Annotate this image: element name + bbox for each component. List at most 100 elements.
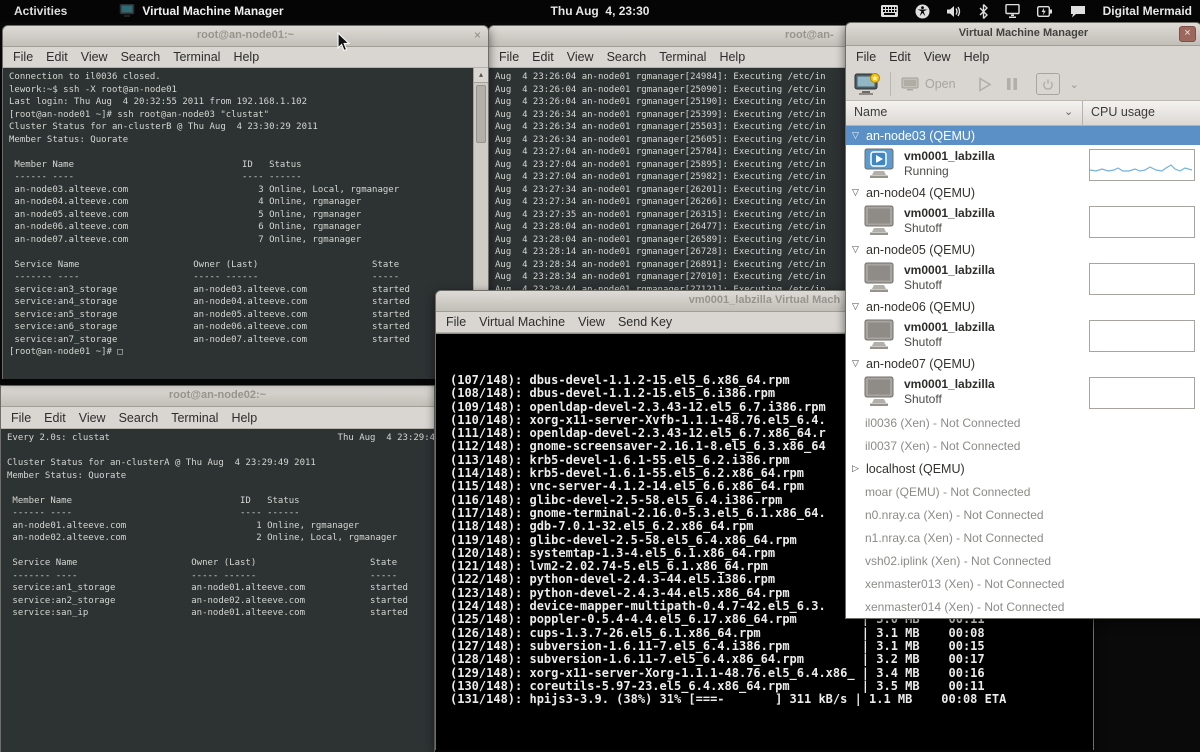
terminal3-titlebar[interactable]: root@an-node02:~ xyxy=(1,386,434,407)
expander-open-icon[interactable]: ▽ xyxy=(852,301,866,312)
open-button[interactable]: Open xyxy=(901,77,956,92)
terminal-window-an-node02[interactable]: root@an-node02:~ File Edit View Search T… xyxy=(0,385,435,752)
accessibility-icon[interactable] xyxy=(915,4,930,19)
host-row-an-node04[interactable]: ▽ an-node04 (QEMU) xyxy=(846,183,1200,202)
activities-button[interactable]: Activities xyxy=(14,4,67,18)
menu-file[interactable]: File xyxy=(446,315,466,329)
expander-open-icon[interactable]: ▽ xyxy=(852,130,866,141)
column-separator[interactable] xyxy=(1082,101,1083,125)
host-row-vsh02[interactable]: vsh02.iplink (Xen) - Not Connected xyxy=(846,549,1200,572)
menu-search[interactable]: Search xyxy=(607,50,647,64)
menu-edit[interactable]: Edit xyxy=(532,50,554,64)
menu-view[interactable]: View xyxy=(578,315,605,329)
expander-open-icon[interactable]: ▽ xyxy=(852,187,866,198)
cpu-usage-graph xyxy=(1089,206,1195,238)
host-label: an-node07 (QEMU) xyxy=(866,357,975,371)
vm-state: Shutoff xyxy=(904,221,942,235)
column-header-name[interactable]: Name xyxy=(854,105,887,119)
menu-help[interactable]: Help xyxy=(964,50,990,64)
menu-view[interactable]: View xyxy=(79,411,106,425)
new-vm-button[interactable] xyxy=(854,73,880,96)
menu-terminal[interactable]: Terminal xyxy=(171,411,218,425)
terminal1-title: root@an-node01:~ xyxy=(3,29,488,41)
display-icon[interactable] xyxy=(1005,4,1020,18)
vm-row-an-node05-vm0001[interactable]: vm0001_labzilla Shutoff xyxy=(846,259,1200,297)
menu-help[interactable]: Help xyxy=(233,50,259,64)
column-header-cpu-usage[interactable]: CPU usage xyxy=(1091,105,1155,119)
terminal-window-an-node01[interactable]: root@an-node01:~ × File Edit View Search… xyxy=(2,25,489,379)
scrollbar-thumb[interactable] xyxy=(476,85,486,143)
scroll-up-icon[interactable]: ▴ xyxy=(474,68,488,83)
expander-open-icon[interactable]: ▽ xyxy=(852,358,866,369)
host-row-an-node05[interactable]: ▽ an-node05 (QEMU) xyxy=(846,240,1200,259)
menu-edit[interactable]: Edit xyxy=(889,50,911,64)
host-row-xenmaster013[interactable]: xenmaster013 (Xen) - Not Connected xyxy=(846,572,1200,595)
sort-chevron-icon[interactable]: ⌄ xyxy=(1064,105,1073,118)
menu-search[interactable]: Search xyxy=(119,411,159,425)
keyboard-icon[interactable] xyxy=(881,5,898,17)
menu-virtual-machine[interactable]: Virtual Machine xyxy=(479,315,565,329)
vmm-titlebar[interactable]: Virtual Machine Manager × xyxy=(846,23,1200,46)
terminal1-screen[interactable]: Connection to il0036 closed. lework:~$ s… xyxy=(3,68,488,379)
host-row-il0037[interactable]: il0037 (Xen) - Not Connected xyxy=(846,434,1200,457)
terminal1-titlebar[interactable]: root@an-node01:~ × xyxy=(3,26,488,47)
shutdown-button[interactable] xyxy=(1036,73,1060,95)
menu-view[interactable]: View xyxy=(567,50,594,64)
menu-file[interactable]: File xyxy=(856,50,876,64)
battery-icon[interactable] xyxy=(1037,5,1053,18)
vm-list-header: Name ⌄ CPU usage xyxy=(846,101,1200,126)
menu-file[interactable]: File xyxy=(499,50,519,64)
chat-bubble-icon[interactable] xyxy=(1070,5,1086,18)
vmm-toolbar: Open ⌄ xyxy=(846,68,1200,101)
volume-icon[interactable] xyxy=(947,5,962,18)
menu-edit[interactable]: Edit xyxy=(44,411,66,425)
vm-row-an-node06-vm0001[interactable]: vm0001_labzilla Shutoff xyxy=(846,316,1200,354)
terminal3-output: Every 2.0s: clustat Thu Aug 4 23:29:4 Cl… xyxy=(1,429,434,620)
menu-view[interactable]: View xyxy=(924,50,951,64)
menu-search[interactable]: Search xyxy=(121,50,161,64)
vm-name: vm0001_labzilla xyxy=(904,377,995,391)
host-row-an-node03[interactable]: ▽ an-node03 (QEMU) xyxy=(846,126,1200,145)
vm-row-an-node04-vm0001[interactable]: vm0001_labzilla Shutoff xyxy=(846,202,1200,240)
focused-app-menu[interactable]: Virtual Machine Manager xyxy=(119,4,283,18)
cpu-usage-graph xyxy=(1089,377,1195,409)
host-row-localhost[interactable]: ▷ localhost (QEMU) xyxy=(846,457,1200,480)
menu-file[interactable]: File xyxy=(13,50,33,64)
menu-help[interactable]: Help xyxy=(231,411,257,425)
host-row-n1-nray[interactable]: n1.nray.ca (Xen) - Not Connected xyxy=(846,526,1200,549)
menu-terminal[interactable]: Terminal xyxy=(173,50,220,64)
host-label: an-node04 (QEMU) xyxy=(866,186,975,200)
host-row-il0036[interactable]: il0036 (Xen) - Not Connected xyxy=(846,411,1200,434)
menu-file[interactable]: File xyxy=(11,411,31,425)
expander-open-icon[interactable]: ▽ xyxy=(852,244,866,255)
host-label: an-node03 (QEMU) xyxy=(866,129,975,143)
expander-closed-icon[interactable]: ▷ xyxy=(852,463,866,474)
host-row-moar[interactable]: moar (QEMU) - Not Connected xyxy=(846,480,1200,503)
close-icon[interactable]: × xyxy=(474,28,481,42)
virtual-machine-manager-window[interactable]: Virtual Machine Manager × File Edit View… xyxy=(845,22,1200,619)
bluetooth-icon[interactable] xyxy=(979,4,988,19)
shutdown-menu-chevron-icon[interactable]: ⌄ xyxy=(1070,78,1079,91)
host-row-an-node06[interactable]: ▽ an-node06 (QEMU) xyxy=(846,297,1200,316)
menu-send-key[interactable]: Send Key xyxy=(618,315,672,329)
clock[interactable]: Thu Aug 4, 23:30 xyxy=(551,4,650,18)
user-menu[interactable]: Digital Mermaid xyxy=(1103,4,1192,18)
vm-host-list: ▽ an-node03 (QEMU) vm0001_labzilla Runni… xyxy=(846,126,1200,618)
vm-state: Running xyxy=(904,164,949,178)
menu-edit[interactable]: Edit xyxy=(46,50,68,64)
vm-row-an-node07-vm0001[interactable]: vm0001_labzilla Shutoff xyxy=(846,373,1200,411)
host-row-xenmaster014[interactable]: xenmaster014 (Xen) - Not Connected xyxy=(846,595,1200,618)
vm-state: Shutoff xyxy=(904,392,942,406)
menu-help[interactable]: Help xyxy=(719,50,745,64)
host-row-n0-nray[interactable]: n0.nray.ca (Xen) - Not Connected xyxy=(846,503,1200,526)
host-label: vsh02.iplink (Xen) - Not Connected xyxy=(865,554,1051,568)
pause-button[interactable] xyxy=(1006,77,1018,91)
host-label: xenmaster013 (Xen) - Not Connected xyxy=(865,577,1064,591)
vm-row-an-node03-vm0001[interactable]: vm0001_labzilla Running xyxy=(846,145,1200,183)
run-button[interactable] xyxy=(978,77,992,92)
close-icon[interactable]: × xyxy=(1179,26,1196,42)
host-row-an-node07[interactable]: ▽ an-node07 (QEMU) xyxy=(846,354,1200,373)
menu-terminal[interactable]: Terminal xyxy=(659,50,706,64)
terminal3-screen[interactable]: Every 2.0s: clustat Thu Aug 4 23:29:4 Cl… xyxy=(1,429,434,752)
menu-view[interactable]: View xyxy=(81,50,108,64)
